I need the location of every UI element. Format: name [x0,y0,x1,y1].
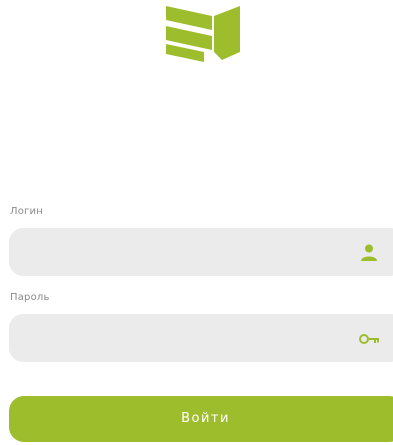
brand-logo [166,6,240,62]
login-button[interactable]: Войти [9,396,393,442]
login-screen: Логин Пароль Войти [0,0,393,445]
password-input[interactable] [21,314,345,364]
login-field[interactable] [9,228,393,278]
login-input[interactable] [21,228,345,278]
key-icon [359,334,379,344]
password-label: Пароль [10,292,50,303]
login-label: Логин [10,206,43,217]
password-field[interactable] [9,314,393,364]
user-icon [361,244,377,261]
login-button-label: Войти [181,411,230,426]
